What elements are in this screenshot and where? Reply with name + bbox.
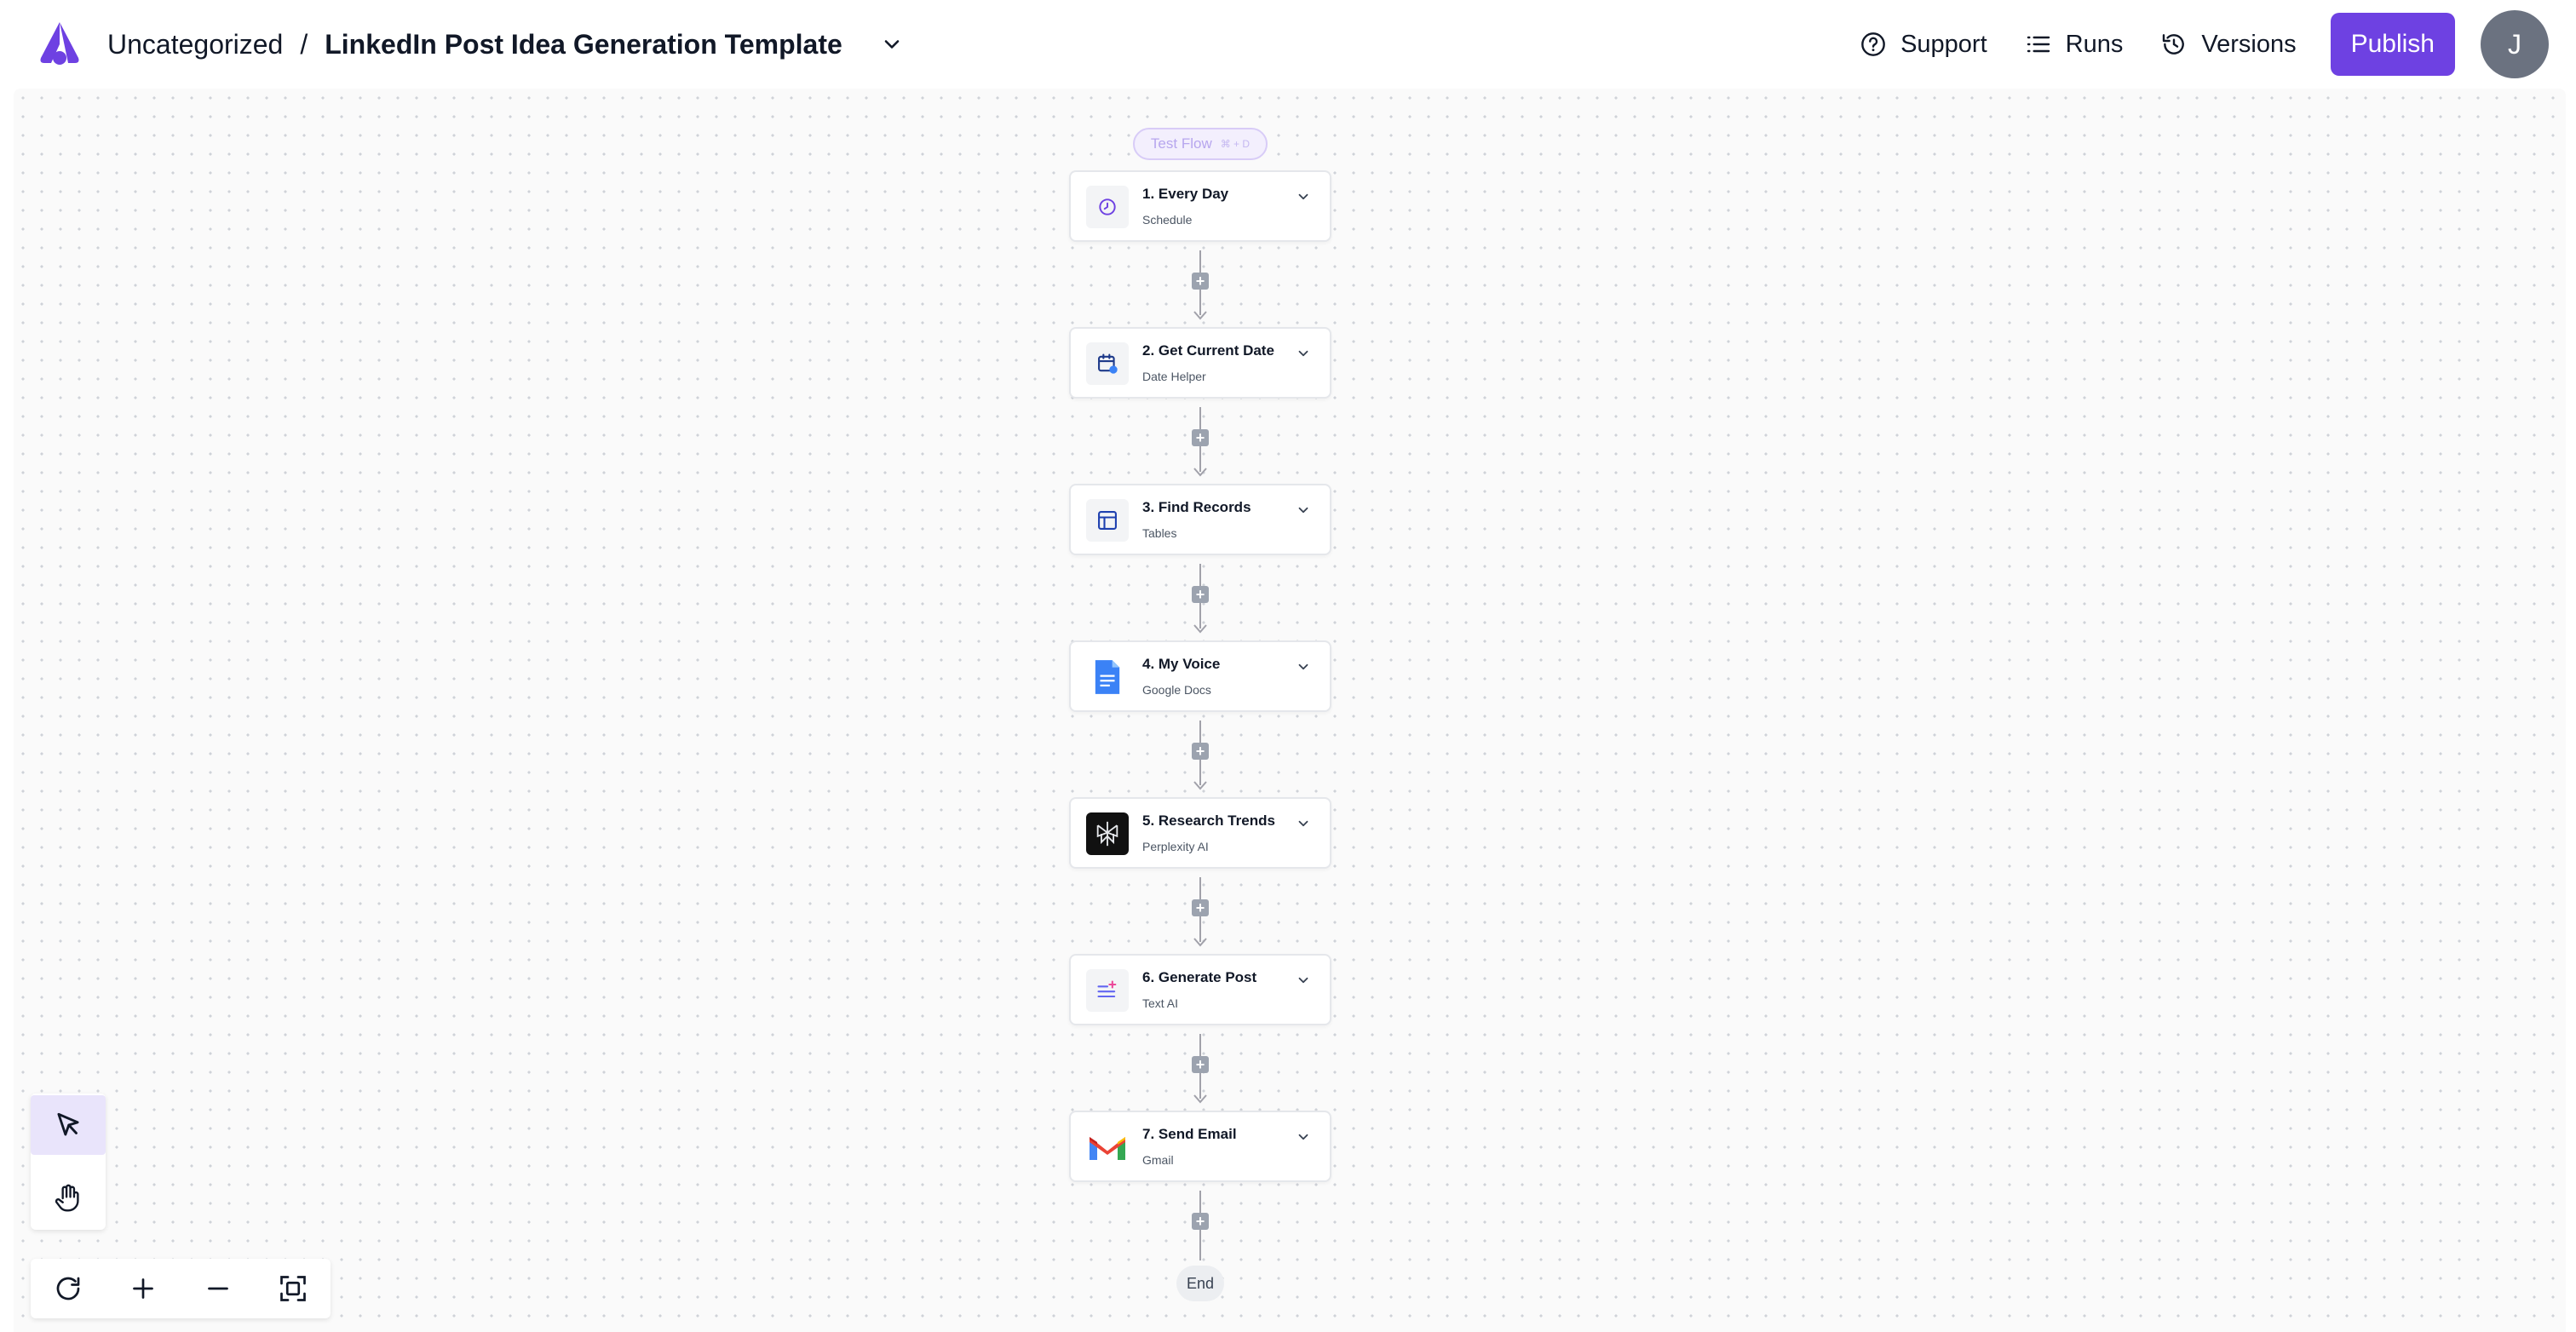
google-docs-icon	[1086, 656, 1129, 698]
perplexity-icon	[1086, 812, 1129, 855]
step-subtitle: Gmail	[1142, 1153, 1174, 1167]
zoom-controls	[31, 1259, 331, 1318]
chevron-down-icon[interactable]	[1296, 502, 1311, 518]
versions-label: Versions	[2201, 30, 2297, 58]
publish-button[interactable]: Publish	[2330, 13, 2455, 76]
step-title: 4. My Voice	[1142, 656, 1221, 672]
avatar[interactable]: J	[2481, 10, 2549, 78]
add-step-button[interactable]: +	[1192, 1056, 1209, 1073]
pointer-icon	[57, 1112, 79, 1136]
flow-step-3[interactable]: 3. Find Records Tables	[1069, 484, 1331, 555]
zoom-out-button[interactable]	[181, 1259, 256, 1318]
chevron-down-icon[interactable]	[1296, 816, 1311, 831]
history-icon	[2163, 34, 2185, 55]
arrow-down-icon	[1193, 1094, 1207, 1104]
step-subtitle: Perplexity AI	[1142, 840, 1209, 853]
add-step-button[interactable]: +	[1192, 743, 1209, 760]
arrow-down-icon	[1193, 781, 1207, 790]
add-step-button[interactable]: +	[1192, 429, 1209, 446]
gmail-icon	[1086, 1126, 1129, 1168]
text-ai-icon	[1086, 969, 1129, 1012]
app-logo-icon[interactable]	[34, 19, 85, 66]
step-subtitle: Text AI	[1142, 996, 1179, 1010]
hand-icon	[55, 1184, 79, 1212]
flow-step-1[interactable]: 1. Every Day Schedule	[1069, 170, 1331, 242]
reset-view-button[interactable]	[31, 1259, 106, 1318]
arrow-down-icon	[1193, 624, 1207, 634]
pan-tool-button[interactable]	[31, 1168, 106, 1228]
header-actions: Support Runs Versions Publish J	[1841, 0, 2576, 89]
arrow-down-icon	[1193, 468, 1207, 477]
step-title: 1. Every Day	[1142, 186, 1229, 202]
arrow-down-icon	[1193, 311, 1207, 320]
fit-view-button[interactable]	[256, 1259, 331, 1318]
step-title: 5. Research Trends	[1142, 812, 1275, 829]
step-title: 3. Find Records	[1142, 499, 1251, 515]
support-button[interactable]: Support	[1841, 14, 2006, 75]
reset-icon	[56, 1277, 80, 1300]
arrow-down-icon	[1193, 938, 1207, 947]
add-step-button[interactable]: +	[1192, 586, 1209, 603]
add-step-button[interactable]: +	[1192, 1213, 1209, 1230]
support-label: Support	[1900, 30, 1987, 58]
test-flow-button[interactable]: Test Flow ⌘ + D	[1133, 128, 1268, 160]
chevron-down-icon[interactable]	[1296, 1129, 1311, 1145]
flow-step-6[interactable]: 6. Generate Post Text AI	[1069, 954, 1331, 1025]
select-tool-button[interactable]	[31, 1095, 106, 1155]
zoom-in-button[interactable]	[106, 1259, 181, 1318]
flow-step-2[interactable]: 2. Get Current Date Date Helper	[1069, 327, 1331, 399]
calendar-icon	[1086, 342, 1129, 385]
chevron-down-icon[interactable]	[1296, 346, 1311, 361]
step-subtitle: Date Helper	[1142, 370, 1206, 383]
runs-label: Runs	[2065, 30, 2124, 58]
chevron-down-icon[interactable]	[1296, 189, 1311, 204]
add-step-button[interactable]: +	[1192, 273, 1209, 290]
test-flow-label: Test Flow	[1150, 135, 1212, 152]
chevron-down-icon[interactable]	[1296, 659, 1311, 675]
zoom-in-icon	[133, 1278, 153, 1299]
fit-view-icon	[280, 1276, 306, 1301]
flow-step-5[interactable]: 5. Research Trends Perplexity AI	[1069, 797, 1331, 869]
breadcrumb-folder[interactable]: Uncategorized	[107, 29, 283, 60]
add-step-button[interactable]: +	[1192, 899, 1209, 916]
step-title: 6. Generate Post	[1142, 969, 1257, 985]
top-bar: Uncategorized / LinkedIn Post Idea Gener…	[0, 0, 2576, 89]
runs-button[interactable]: Runs	[2006, 14, 2142, 75]
step-title: 2. Get Current Date	[1142, 342, 1274, 359]
step-subtitle: Tables	[1142, 526, 1177, 540]
list-icon	[2027, 36, 2050, 53]
flow-title[interactable]: LinkedIn Post Idea Generation Template	[325, 29, 842, 60]
flow-step-7[interactable]: 7. Send Email Gmail	[1069, 1111, 1331, 1182]
canvas-tool-panel	[31, 1094, 106, 1230]
step-subtitle: Google Docs	[1142, 683, 1211, 697]
breadcrumb-separator: /	[300, 28, 308, 60]
chevron-down-icon[interactable]	[1296, 973, 1311, 988]
zoom-out-icon	[208, 1287, 228, 1290]
help-circle-icon	[1861, 32, 1885, 56]
step-subtitle: Schedule	[1142, 213, 1193, 227]
end-node: End	[1176, 1266, 1224, 1301]
versions-button[interactable]: Versions	[2142, 14, 2314, 75]
table-icon	[1086, 499, 1129, 542]
flow-step-4[interactable]: 4. My Voice Google Docs	[1069, 640, 1331, 712]
test-flow-shortcut: ⌘ + D	[1220, 138, 1251, 150]
chevron-down-icon[interactable]	[875, 27, 909, 61]
breadcrumb: Uncategorized / LinkedIn Post Idea Gener…	[107, 0, 909, 89]
step-title: 7. Send Email	[1142, 1126, 1237, 1142]
schedule-icon	[1086, 186, 1129, 228]
